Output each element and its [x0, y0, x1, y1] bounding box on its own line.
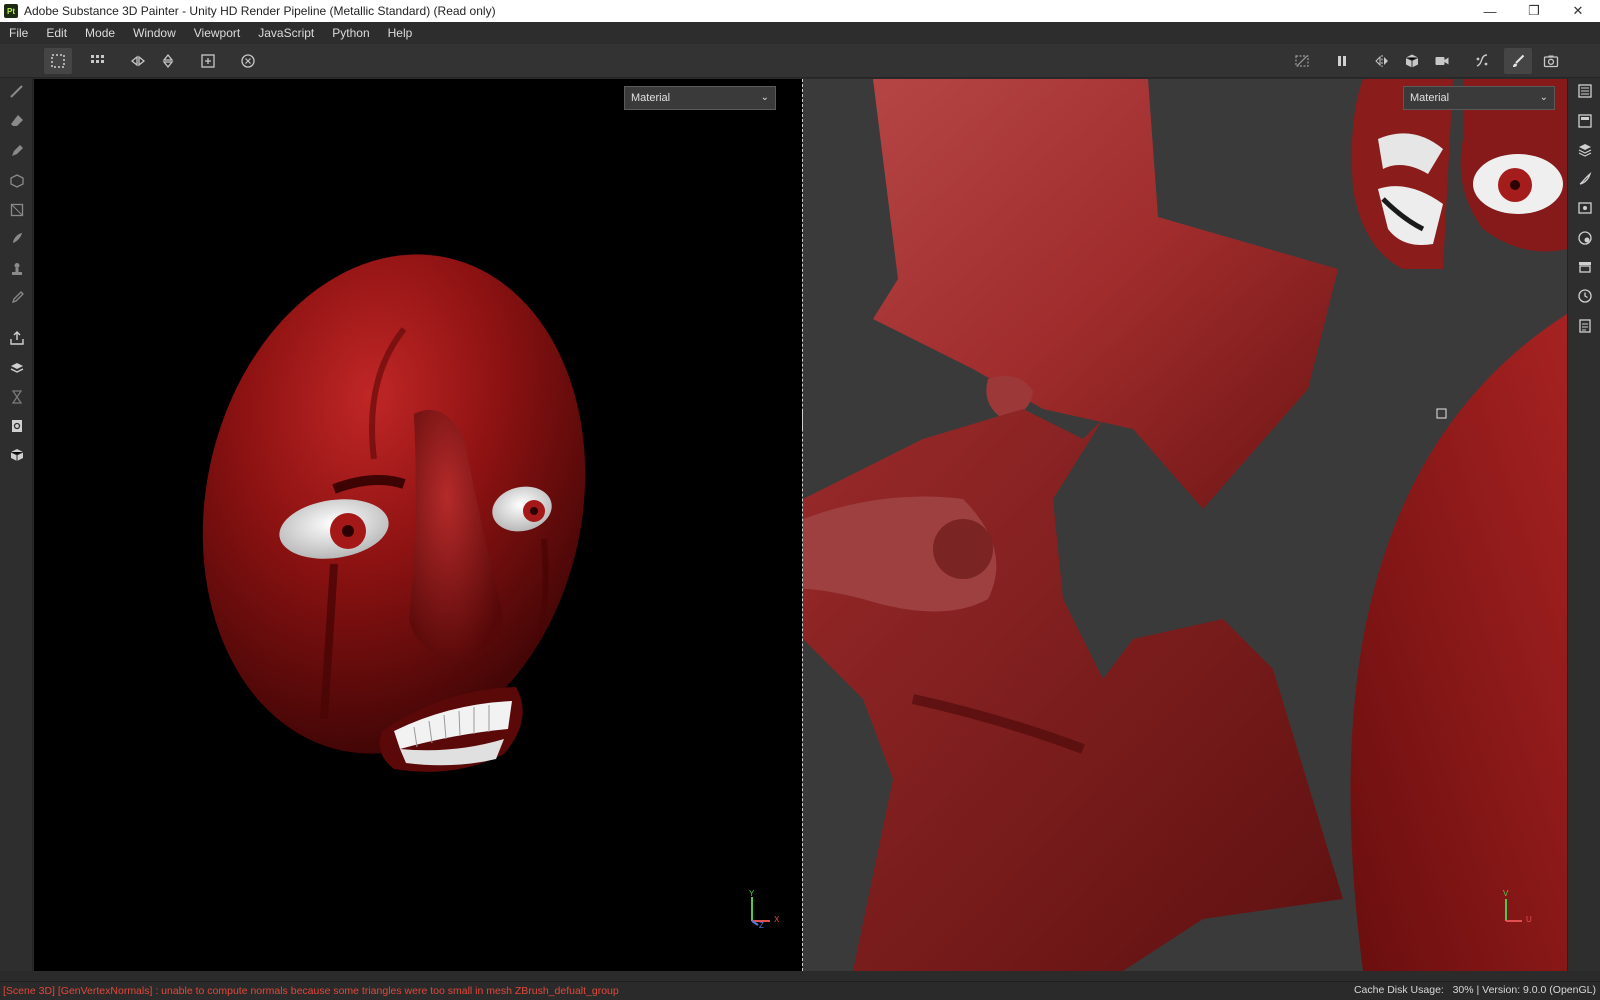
app-logo-icon: Pt [4, 4, 18, 18]
menu-bar: File Edit Mode Window Viewport JavaScrip… [0, 22, 1600, 44]
status-info: Cache Disk Usage: 30% | Version: 9.0.0 (… [1353, 984, 1596, 996]
right-panel-shelf [1567, 78, 1600, 971]
menu-edit[interactable]: Edit [37, 22, 76, 44]
minimize-button[interactable]: — [1468, 0, 1512, 22]
axis-gizmo-2d: V U [1498, 889, 1538, 929]
restore-button[interactable]: ❐ [1512, 0, 1556, 22]
frame-selection-icon[interactable] [194, 48, 222, 74]
hourglass-icon[interactable] [4, 386, 29, 408]
reset-camera-icon[interactable] [234, 48, 262, 74]
geometry-fill-icon[interactable] [4, 170, 29, 192]
properties-icon[interactable] [1572, 168, 1597, 190]
status-bar: [Scene 3D] [GenVertexNormals] : unable t… [0, 981, 1600, 1000]
viewport-2d[interactable]: Material ⌄ V U [803, 79, 1567, 971]
export-icon[interactable] [4, 327, 29, 349]
layers-icon[interactable] [1572, 139, 1597, 161]
window-controls: — ❐ ✕ [1468, 0, 1600, 22]
close-button[interactable]: ✕ [1556, 0, 1600, 22]
axis-gizmo-3d: Y X Z [744, 889, 784, 931]
window-title: Adobe Substance 3D Painter - Unity HD Re… [24, 4, 496, 18]
viewport-3d[interactable]: Material ⌄ Y X Z [34, 79, 802, 971]
menu-mode[interactable]: Mode [76, 22, 124, 44]
pause-icon[interactable] [1328, 48, 1356, 74]
bake-textures-icon[interactable] [4, 357, 29, 379]
layout-grid-icon[interactable] [84, 48, 112, 74]
viewport-3d-channel-dropdown[interactable]: Material ⌄ [624, 86, 776, 110]
color-picker-icon[interactable] [4, 287, 29, 309]
title-bar: Pt Adobe Substance 3D Painter - Unity HD… [0, 0, 1600, 22]
cache-label: Cache Disk Usage: [1353, 984, 1444, 996]
log-icon[interactable] [1572, 315, 1597, 337]
menu-window[interactable]: Window [124, 22, 185, 44]
axis-z-label: Z [759, 921, 764, 930]
camera-icon[interactable] [1428, 48, 1456, 74]
cache-value: 30% [1452, 984, 1474, 996]
screenshot-icon[interactable] [1537, 48, 1565, 74]
chevron-down-icon: ⌄ [1539, 92, 1548, 103]
display-settings-panel-icon[interactable] [1572, 197, 1597, 219]
main-toolbar [0, 44, 1600, 78]
axis-y-label: Y [749, 889, 755, 898]
menu-javascript[interactable]: JavaScript [249, 22, 323, 44]
eraser-tool-icon[interactable] [4, 110, 29, 132]
head-model-render [202, 254, 586, 772]
uv-texture-islands [803, 79, 1567, 971]
shader-settings-icon[interactable] [1572, 227, 1597, 249]
smudge-tool-icon[interactable] [4, 228, 29, 250]
chevron-down-icon: ⌄ [760, 92, 769, 103]
menu-viewport[interactable]: Viewport [185, 22, 249, 44]
menu-python[interactable]: Python [323, 22, 378, 44]
symmetry-icon[interactable] [1368, 48, 1396, 74]
left-tool-shelf [0, 78, 33, 971]
projection-tool-icon[interactable] [4, 140, 29, 162]
viewport-3d-channel-value: Material [631, 92, 671, 104]
texture-set-settings-icon[interactable] [1572, 110, 1597, 132]
paint-brush-icon[interactable] [1504, 48, 1532, 74]
hide-icon[interactable] [1288, 48, 1316, 74]
mesh-icon[interactable] [4, 444, 29, 466]
display-settings-icon[interactable] [1398, 48, 1426, 74]
document-search-icon[interactable] [4, 415, 29, 437]
assets-icon[interactable] [1572, 256, 1597, 278]
menu-file[interactable]: File [0, 22, 37, 44]
mirror-y-icon[interactable] [154, 48, 182, 74]
axis-u-label: U [1526, 915, 1532, 924]
polygon-fill-icon[interactable] [4, 199, 29, 221]
menu-help[interactable]: Help [379, 22, 422, 44]
texture-set-list-icon[interactable] [1572, 80, 1597, 102]
axis-x-label: X [774, 915, 780, 924]
layout-single-icon[interactable] [44, 48, 72, 74]
clone-tool-icon[interactable] [4, 258, 29, 280]
bake-icon[interactable] [1468, 48, 1496, 74]
mirror-x-icon[interactable] [124, 48, 152, 74]
viewport-2d-channel-value: Material [1410, 92, 1450, 104]
paint-tool-icon[interactable] [4, 80, 29, 102]
status-error-message[interactable]: [Scene 3D] [GenVertexNormals] : unable t… [0, 985, 619, 997]
axis-v-label: V [1503, 889, 1509, 898]
version-label: Version: 9.0.0 (OpenGL) [1482, 984, 1596, 996]
history-icon[interactable] [1572, 285, 1597, 307]
viewport-2d-channel-dropdown[interactable]: Material ⌄ [1403, 86, 1555, 110]
